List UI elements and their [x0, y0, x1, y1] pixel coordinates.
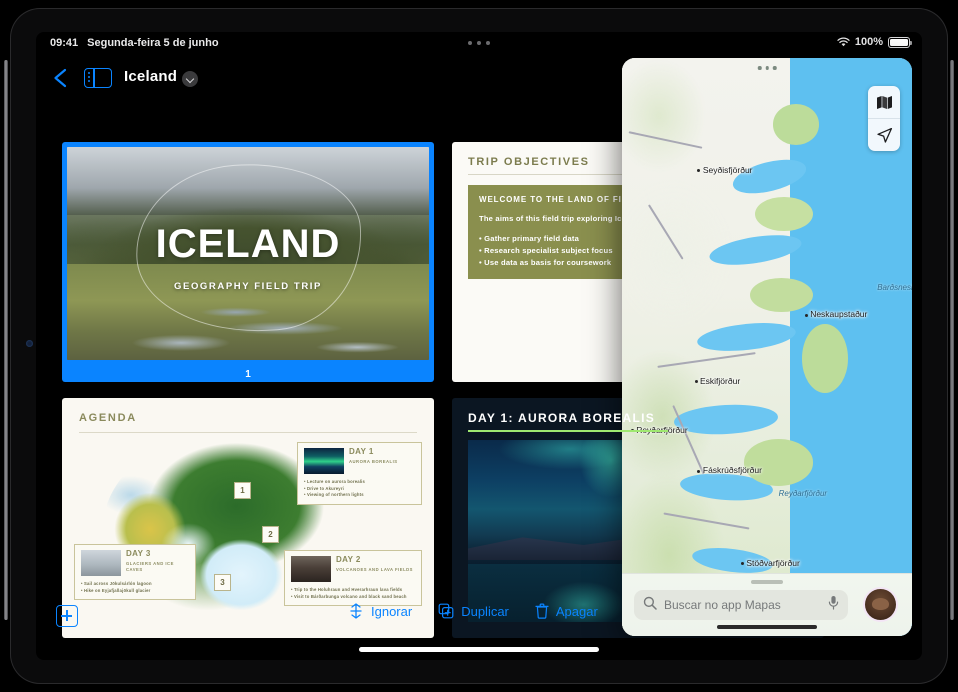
device-camera-dot	[26, 340, 33, 347]
volcano-thumbnail	[291, 556, 331, 582]
duplicate-button[interactable]: Duplicar	[438, 603, 509, 619]
agenda-card-day-1: DAY 1 AURORA BOREALIS Lecture on aurora …	[297, 442, 422, 506]
map-peninsula	[772, 104, 820, 145]
delete-button[interactable]: Apagar	[535, 603, 598, 619]
add-slide-icon[interactable]	[56, 605, 78, 627]
back-button[interactable]	[50, 66, 72, 90]
map-water-label: Barðsneshorn	[877, 283, 912, 293]
map-pin-1: 1	[234, 482, 251, 499]
map-controls	[868, 86, 900, 151]
map-layers-icon[interactable]	[868, 86, 900, 118]
search-icon	[643, 596, 657, 615]
map-pin-3: 3	[214, 574, 231, 591]
home-indicator[interactable]	[359, 647, 599, 652]
agenda-card-day-2: DAY 2 VOLCANOES AND LAVA FIELDS Trip to …	[284, 550, 422, 607]
window-grabber-icon[interactable]	[757, 66, 777, 70]
agenda-day-subtitle: AURORA BOREALIS	[349, 458, 398, 464]
agenda-bullets: Lecture on aurora borealis Drive to Akur…	[304, 479, 415, 499]
list-item: Trip to the Holuhraun and Hverarhraun la…	[291, 587, 415, 594]
agenda-bullets: Trip to the Holuhraun and Hverarhraun la…	[291, 587, 415, 600]
agenda-day-label: DAY 3	[126, 549, 151, 558]
maps-search-panel: Buscar no app Mapas	[622, 573, 912, 636]
slide-1-title: ICELAND	[155, 221, 341, 266]
map-pin-2: 2	[262, 526, 279, 543]
delete-label: Apagar	[555, 603, 598, 619]
map-water-label: Reyðarfjörður	[778, 488, 828, 498]
map-place-label: Seyðisfjörður	[697, 165, 753, 175]
maps-home-indicator[interactable]	[717, 625, 817, 629]
search-placeholder: Buscar no app Mapas	[664, 598, 781, 612]
status-bar: 09:41 Segunda-feira 5 de junho 100%	[36, 32, 922, 56]
map-peninsula	[743, 439, 814, 486]
glacier-thumbnail	[81, 550, 121, 576]
trash-icon	[535, 603, 549, 619]
map-place-label: Neskaupstaður	[804, 309, 867, 319]
skip-slide-button[interactable]: Ignorar	[348, 603, 412, 619]
wifi-icon	[837, 37, 850, 47]
device-edge-right	[950, 60, 954, 620]
ipad-screen: 09:41 Segunda-feira 5 de junho 100% Icel…	[36, 32, 922, 660]
duplicate-label: Duplicar	[461, 603, 509, 619]
slide-1-artwork: ICELAND GEOGRAPHY FIELD TRIP	[67, 147, 429, 360]
map-peninsula	[801, 323, 849, 394]
status-date: Segunda-feira 5 de junho	[87, 37, 219, 49]
agenda-day-subtitle: VOLCANOES AND LAVA FIELDS	[336, 566, 413, 572]
agenda-day-label: DAY 1	[349, 447, 374, 456]
device-edge-left	[4, 60, 8, 620]
map-place-label: Stöðvarfjörður	[740, 558, 800, 568]
status-time: 09:41	[50, 37, 79, 49]
status-bar-right: 100%	[837, 36, 912, 48]
status-bar-left: 09:41 Segunda-feira 5 de junho	[50, 37, 219, 49]
map-place-label: Fáskrúðsfjörður	[697, 465, 762, 475]
list-item: Viewing of northern lights	[304, 492, 415, 499]
location-arrow-icon[interactable]	[868, 118, 900, 151]
maps-slide-over-window[interactable]: Seyðisfjörður Neskaupstaður Eskifjörður …	[622, 58, 912, 636]
sidebar-toggle-icon[interactable]	[84, 68, 112, 88]
agenda-bullets: Sail across Jökulsárlón lagoon Hike on E…	[81, 581, 189, 594]
multitask-grabber-icon[interactable]	[468, 41, 490, 45]
agenda-card-day-3: DAY 3 GLACIERS AND ICE CAVES Sail across…	[74, 544, 196, 601]
search-input[interactable]: Buscar no app Mapas	[634, 590, 848, 620]
map-canvas[interactable]: Seyðisfjörður Neskaupstaður Eskifjörður …	[622, 58, 912, 636]
list-item: Hike on Eyjafjallajökull glacier	[81, 588, 189, 595]
agenda-day-label: DAY 2	[336, 555, 361, 564]
slide-4-heading: DAY 1: AURORA BOREALIS	[468, 411, 656, 425]
slide-thumbnail-1[interactable]: ICELAND GEOGRAPHY FIELD TRIP 1	[62, 142, 434, 382]
skip-slide-label: Ignorar	[371, 603, 413, 619]
slide-1-subtitle: GEOGRAPHY FIELD TRIP	[174, 281, 322, 293]
ipad-device: 09:41 Segunda-feira 5 de junho 100% Icel…	[0, 0, 958, 692]
battery-percent-label: 100%	[854, 36, 883, 48]
battery-full-icon	[888, 36, 912, 48]
aurora-thumbnail	[304, 448, 344, 474]
slide-4-rule	[468, 430, 668, 432]
slide-3-rule	[79, 432, 417, 433]
list-item: Lecture on aurora borealis	[304, 479, 415, 486]
list-item: Drive to Akureyri	[304, 486, 415, 493]
slide-3-heading: AGENDA	[79, 412, 137, 424]
list-item: Sail across Jökulsárlón lagoon	[81, 581, 189, 588]
duplicate-icon	[438, 603, 454, 619]
slide-number-1: 1	[245, 369, 251, 380]
skip-slide-icon	[348, 603, 364, 619]
user-avatar[interactable]	[865, 589, 896, 620]
page-title: Iceland	[124, 68, 178, 85]
microphone-icon[interactable]	[828, 595, 839, 615]
agenda-day-subtitle: GLACIERS AND ICE CAVES	[126, 560, 174, 573]
chevron-down-icon[interactable]	[182, 71, 198, 87]
toolbar-actions: Ignorar Duplicar Apagar	[348, 603, 598, 619]
map-place-label: Eskifjörður	[694, 376, 740, 386]
panel-grabber-icon[interactable]	[751, 580, 783, 584]
